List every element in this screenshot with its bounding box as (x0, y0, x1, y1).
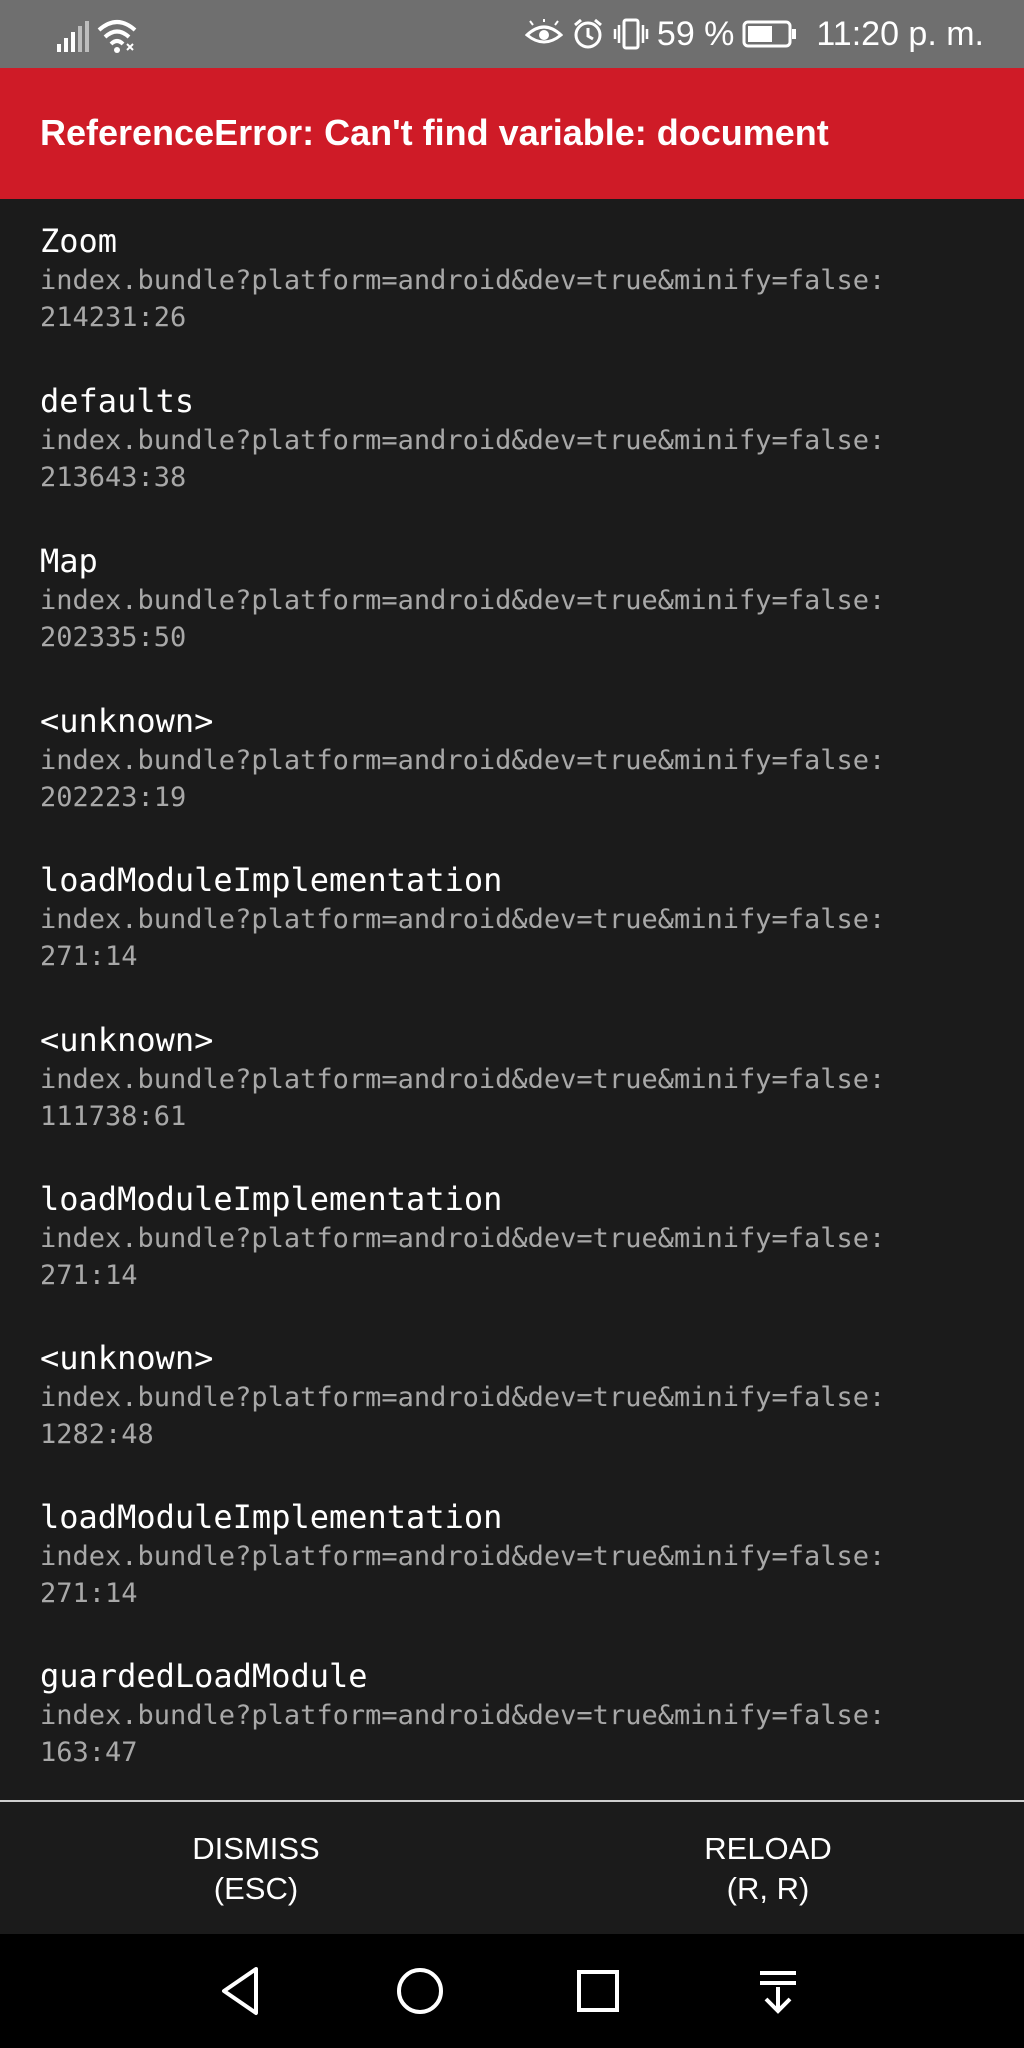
frame-file-location: index.bundle?platform=android&dev=true&m… (40, 904, 886, 935)
reload-button[interactable]: RELOAD (R, R) (512, 1802, 1024, 1936)
status-right: 59 % 11:20 p. m. (524, 10, 984, 58)
stack-frame[interactable]: Zoom index.bundle?platform=android&dev=t… (40, 221, 1000, 335)
stack-frame[interactable]: <unknown> index.bundle?platform=android&… (40, 1020, 1000, 1134)
navigation-bar (0, 1934, 1024, 2048)
dismiss-shortcut: (ESC) (213, 1871, 299, 1906)
battery-icon (742, 20, 797, 48)
stack-frame[interactable]: loadModuleImplementation index.bundle?pl… (40, 1179, 1000, 1293)
frame-line-number: 213643:38 (40, 462, 187, 493)
frame-function-name: guardedLoadModule (40, 1657, 368, 1695)
battery-percent: 59 % (656, 15, 735, 53)
frame-function-name: loadModuleImplementation (40, 861, 503, 899)
error-header: ReferenceError: Can't find variable: doc… (0, 68, 1024, 199)
stack-frame[interactable]: loadModuleImplementation index.bundle?pl… (40, 860, 1000, 974)
stack-frame[interactable]: loadModuleImplementation index.bundle?pl… (40, 1497, 1000, 1611)
redbox-footer: DISMISS (ESC) RELOAD (R, R) (0, 1800, 1024, 1936)
notification-pulldown-button[interactable] (748, 1961, 808, 2021)
reload-shortcut: (R, R) (726, 1871, 810, 1906)
alarm-icon (573, 18, 602, 49)
frame-file-location: index.bundle?platform=android&dev=true&m… (40, 1223, 886, 1254)
recents-button[interactable] (568, 1961, 628, 2021)
signal-icon (57, 21, 89, 52)
frame-file-location: index.bundle?platform=android&dev=true&m… (40, 585, 886, 616)
frame-file-location: index.bundle?platform=android&dev=true&m… (40, 1064, 886, 1095)
frame-file-location: index.bundle?platform=android&dev=true&m… (40, 425, 886, 456)
frame-file-location: index.bundle?platform=android&dev=true&m… (40, 1700, 886, 1731)
stack-frame[interactable]: defaults index.bundle?platform=android&d… (40, 381, 1000, 495)
home-button[interactable] (390, 1961, 450, 2021)
error-title: ReferenceError: Can't find variable: doc… (40, 112, 829, 153)
frame-function-name: defaults (40, 382, 195, 420)
frame-line-number: 214231:26 (40, 302, 187, 333)
home-icon (397, 1968, 443, 2014)
status-bar: 59 % 11:20 p. m. (0, 0, 1024, 68)
frame-function-name: <unknown> (40, 1339, 214, 1377)
frame-line-number: 271:14 (40, 1578, 138, 1609)
frame-function-name: <unknown> (40, 1021, 214, 1059)
frame-function-name: loadModuleImplementation (40, 1180, 503, 1218)
recents-icon (577, 1970, 619, 2012)
wifi-icon (97, 20, 137, 53)
back-icon (222, 1967, 258, 2015)
frame-file-location: index.bundle?platform=android&dev=true&m… (40, 745, 886, 776)
reload-label: RELOAD (704, 1831, 832, 1866)
frame-line-number: 202335:50 (40, 622, 187, 653)
frame-line-number: 271:14 (40, 1260, 138, 1291)
frame-function-name: Zoom (40, 222, 118, 260)
stack-frame[interactable]: <unknown> index.bundle?platform=android&… (40, 1338, 1000, 1452)
status-left (56, 14, 138, 54)
frame-line-number: 1282:48 (40, 1419, 154, 1450)
clock: 11:20 p. m. (816, 15, 984, 53)
dismiss-label: DISMISS (192, 1831, 320, 1866)
vibrate-icon (613, 18, 649, 50)
frame-line-number: 271:14 (40, 941, 138, 972)
stack-frame[interactable]: guardedLoadModule index.bundle?platform=… (40, 1656, 1000, 1770)
eye-comfort-icon (524, 19, 563, 44)
frame-function-name: loadModuleImplementation (40, 1498, 503, 1536)
frame-function-name: Map (40, 542, 98, 580)
back-button[interactable] (212, 1961, 272, 2021)
dismiss-button[interactable]: DISMISS (ESC) (0, 1802, 512, 1936)
frame-line-number: 111738:61 (40, 1101, 187, 1132)
notification-pulldown-icon (760, 1971, 796, 2014)
frame-line-number: 163:47 (40, 1737, 138, 1768)
frame-file-location: index.bundle?platform=android&dev=true&m… (40, 1541, 886, 1572)
frame-file-location: index.bundle?platform=android&dev=true&m… (40, 1382, 886, 1413)
stack-trace-list[interactable]: Zoom index.bundle?platform=android&dev=t… (0, 199, 1024, 1802)
stack-frame[interactable]: <unknown> index.bundle?platform=android&… (40, 701, 1000, 815)
frame-function-name: <unknown> (40, 702, 214, 740)
frame-file-location: index.bundle?platform=android&dev=true&m… (40, 265, 886, 296)
frame-line-number: 202223:19 (40, 782, 187, 813)
stack-frame[interactable]: Map index.bundle?platform=android&dev=tr… (40, 541, 1000, 655)
